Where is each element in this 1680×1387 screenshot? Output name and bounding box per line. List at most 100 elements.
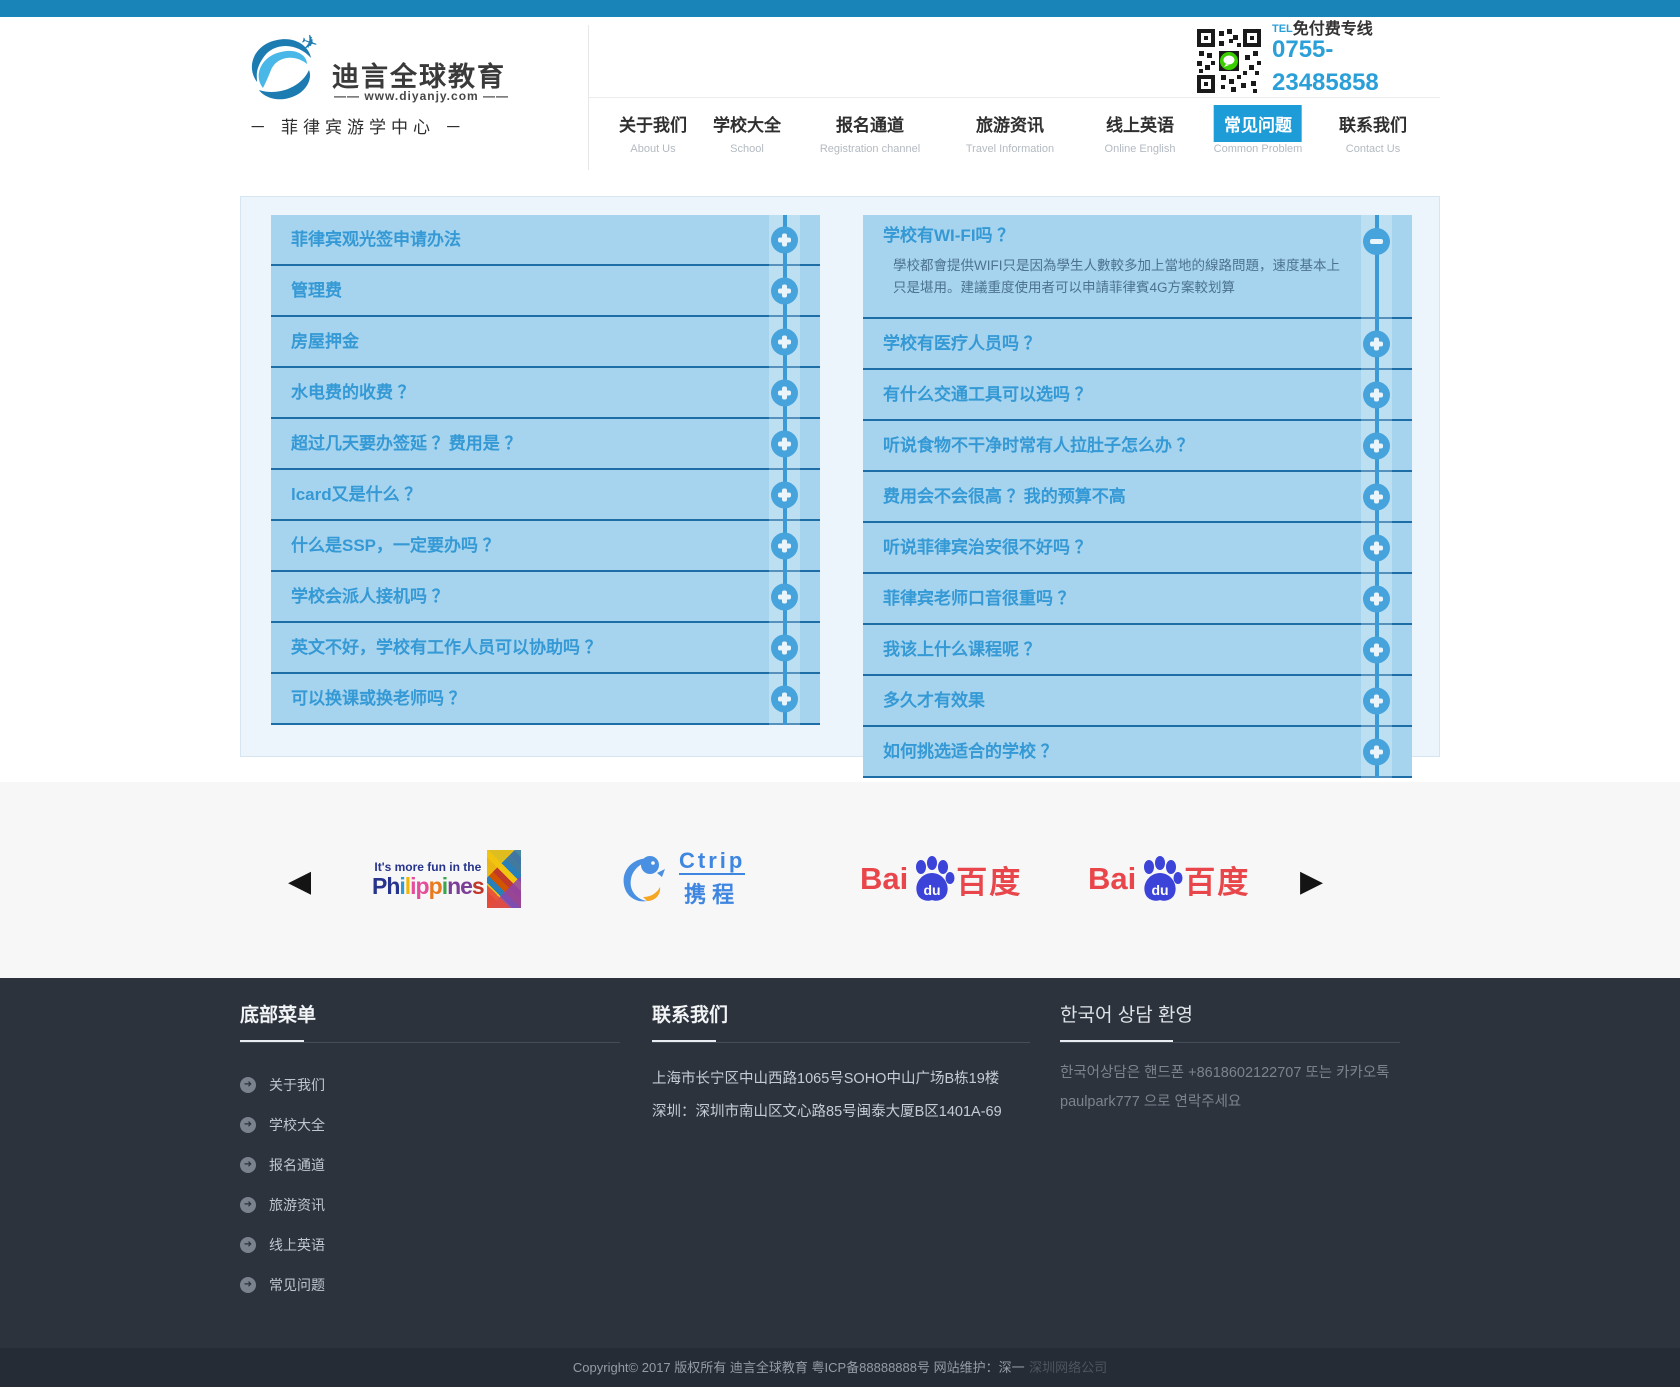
faq-row-expanded[interactable]: 学校有WI-FI吗 ？ 學校都會提供WIFI只是因為學生人數較多加上當地的線路問… [863, 215, 1412, 319]
expand-plus-icon[interactable] [1363, 687, 1390, 714]
faq-question: 超过几天要办签延 ？费用是 ？ [271, 419, 820, 468]
expand-plus-icon[interactable] [771, 226, 798, 253]
faq-row[interactable]: 我该上什么课程呢 ？ [863, 625, 1412, 676]
nav-item-schools-zh[interactable]: 学校大全 [703, 105, 791, 142]
faq-row[interactable]: 超过几天要办签延 ？费用是 ？ [271, 419, 820, 470]
nav-item-schools[interactable]: 学校大全 School [703, 105, 791, 155]
expand-plus-icon[interactable] [771, 379, 798, 406]
expand-plus-icon[interactable] [771, 430, 798, 457]
nav-item-travel[interactable]: 旅游资讯 Travel Information [966, 105, 1054, 155]
collapse-minus-icon[interactable] [1363, 228, 1390, 255]
nav-item-online-english[interactable]: 线上英语 Online English [1096, 105, 1184, 155]
nav-item-faq-active[interactable]: 常见问题 Common Problem [1214, 105, 1303, 155]
nav-item-registration[interactable]: 报名通道 Registration channel [820, 105, 920, 155]
expand-plus-icon[interactable] [1363, 636, 1390, 663]
faq-row[interactable]: lcard又是什么 ？ [271, 470, 820, 521]
expand-plus-icon[interactable] [1363, 330, 1390, 357]
top-accent-bar [0, 0, 1680, 17]
footer-korean-column: 한국어 상담 환영 한국어상담은 핸드폰 +8618602122707 또는 카… [1060, 1000, 1400, 1117]
partner-logo-philippines[interactable]: It's more fun in the Philippines [372, 848, 527, 910]
carousel-next-icon[interactable]: ▶ [1300, 862, 1323, 902]
faq-row[interactable]: 如何挑选适合的学校 ？ [863, 727, 1412, 778]
faq-row[interactable]: 房屋押金 [271, 317, 820, 368]
nav-item-online-english-zh[interactable]: 线上英语 [1096, 105, 1184, 142]
nav-item-online-english-en: Online English [1096, 143, 1184, 155]
circle-arrow-icon: ➜ [240, 1157, 256, 1173]
nav-item-contact[interactable]: 联系我们 Contact Us [1329, 105, 1417, 155]
expand-plus-icon[interactable] [771, 277, 798, 304]
expand-plus-icon[interactable] [771, 532, 798, 559]
expand-plus-icon[interactable] [1363, 432, 1390, 459]
nav-item-about[interactable]: 关于我们 About Us [609, 105, 697, 155]
baidu-paw-icon: du [908, 855, 956, 903]
nav-item-registration-en: Registration channel [820, 143, 920, 155]
faq-question: 学校有WI-FI吗 ？ [863, 215, 1412, 247]
footer-link-faq[interactable]: ➜常见问题 [240, 1265, 620, 1305]
nav-item-about-zh[interactable]: 关于我们 [609, 105, 697, 142]
faq-row[interactable]: 管理费 [271, 266, 820, 317]
footer-menu-title: 底部菜单 [240, 1000, 620, 1027]
expand-plus-icon[interactable] [771, 634, 798, 661]
faq-answer: 學校都會提供WIFI只是因為學生人數較多加上當地的線路問題，速度基本上只是堪用。… [863, 247, 1412, 299]
partner-logo-baidu[interactable]: Bai du 百度 [1088, 848, 1250, 910]
faq-question: 我该上什么课程呢 ？ [863, 625, 1412, 674]
faq-row[interactable]: 有什么交通工具可以选吗 ？ [863, 370, 1412, 421]
ctrip-wordmark-en: Ctrip [679, 849, 745, 874]
ctrip-wordmark-zh: 携程 [679, 877, 745, 909]
faq-row[interactable]: 菲律宾老师口音很重吗 ？ [863, 574, 1412, 625]
copyright-maintainer-link[interactable]: 深圳网络公司 [1029, 1360, 1107, 1375]
baidu-wordmark-zh: 百度 [1184, 857, 1250, 902]
circle-arrow-icon: ➜ [240, 1117, 256, 1133]
faq-row[interactable]: 听说菲律宾治安很不好吗 ？ [863, 523, 1412, 574]
nav-item-contact-zh[interactable]: 联系我们 [1329, 105, 1417, 142]
faq-row[interactable]: 英文不好，学校有工作人员可以协助吗 ？ [271, 623, 820, 674]
faq-row[interactable]: 什么是SSP，一定要办吗 ？ [271, 521, 820, 572]
expand-plus-icon[interactable] [771, 685, 798, 712]
nav-item-schools-en: School [703, 143, 791, 155]
footer-link-about[interactable]: ➜关于我们 [240, 1065, 620, 1105]
nav-item-faq-en: Common Problem [1214, 143, 1303, 155]
faq-row[interactable]: 菲律宾观光签申请办法 [271, 215, 820, 266]
nav-item-about-en: About Us [609, 143, 697, 155]
baidu-wordmark-en: Bai [860, 861, 908, 897]
svg-text:du: du [924, 882, 941, 898]
footer-link-schools[interactable]: ➜学校大全 [240, 1105, 620, 1145]
faq-row[interactable]: 学校会派人接机吗 ？ [271, 572, 820, 623]
carousel-prev-icon[interactable]: ◀ [288, 862, 311, 902]
faq-row[interactable]: 水电费的收费 ？ [271, 368, 820, 419]
baidu-paw-icon: du [1136, 855, 1184, 903]
expand-plus-icon[interactable] [1363, 483, 1390, 510]
expand-plus-icon[interactable] [1363, 534, 1390, 561]
philippines-wordmark: Philippines [372, 875, 484, 898]
faq-row[interactable]: 学校有医疗人员吗 ？ [863, 319, 1412, 370]
address-shanghai: 上海市长宁区中山西路1065号SOHO中山广场B栋19楼 [652, 1063, 1030, 1096]
nav-item-faq-zh[interactable]: 常见问题 [1214, 105, 1302, 142]
faq-row[interactable]: 听说食物不干净时常有人拉肚子怎么办 ？ [863, 421, 1412, 472]
faq-question: 听说食物不干净时常有人拉肚子怎么办 ？ [863, 421, 1412, 470]
nav-item-travel-zh[interactable]: 旅游资讯 [966, 105, 1054, 142]
faq-row[interactable]: 多久才有效果 [863, 676, 1412, 727]
footer-link-registration[interactable]: ➜报名通道 [240, 1145, 620, 1185]
partner-logo-ctrip[interactable]: Ctrip 携程 [617, 848, 767, 910]
footer-korean-text: 한국어상담은 핸드폰 +8618602122707 또는 카카오톡 paulpa… [1060, 1059, 1400, 1117]
faq-question: 菲律宾老师口音很重吗 ？ [863, 574, 1412, 623]
partner-logo-baidu[interactable]: Bai du 百度 [860, 848, 1022, 910]
philippines-tagline: It's more fun in the [372, 861, 484, 873]
faq-question: 如何挑选适合的学校 ？ [863, 727, 1412, 776]
expand-plus-icon[interactable] [1363, 738, 1390, 765]
faq-row[interactable]: 可以换课或换老师吗 ？ [271, 674, 820, 725]
expand-plus-icon[interactable] [1363, 381, 1390, 408]
footer-link-online-english[interactable]: ➜线上英语 [240, 1225, 620, 1265]
baidu-wordmark-zh: 百度 [956, 857, 1022, 902]
qr-code [1195, 27, 1263, 95]
expand-plus-icon[interactable] [771, 481, 798, 508]
faq-question: 费用会不会很高 ？我的预算不高 [863, 472, 1412, 521]
footer-link-travel[interactable]: ➜旅游资讯 [240, 1185, 620, 1225]
faq-row[interactable]: 费用会不会很高 ？我的预算不高 [863, 472, 1412, 523]
expand-plus-icon[interactable] [771, 583, 798, 610]
expand-plus-icon[interactable] [1363, 585, 1390, 612]
expand-plus-icon[interactable] [771, 328, 798, 355]
nav-item-travel-en: Travel Information [966, 143, 1054, 155]
nav-item-registration-zh[interactable]: 报名通道 [826, 105, 914, 142]
faq-question: 什么是SSP，一定要办吗 ？ [271, 521, 820, 570]
